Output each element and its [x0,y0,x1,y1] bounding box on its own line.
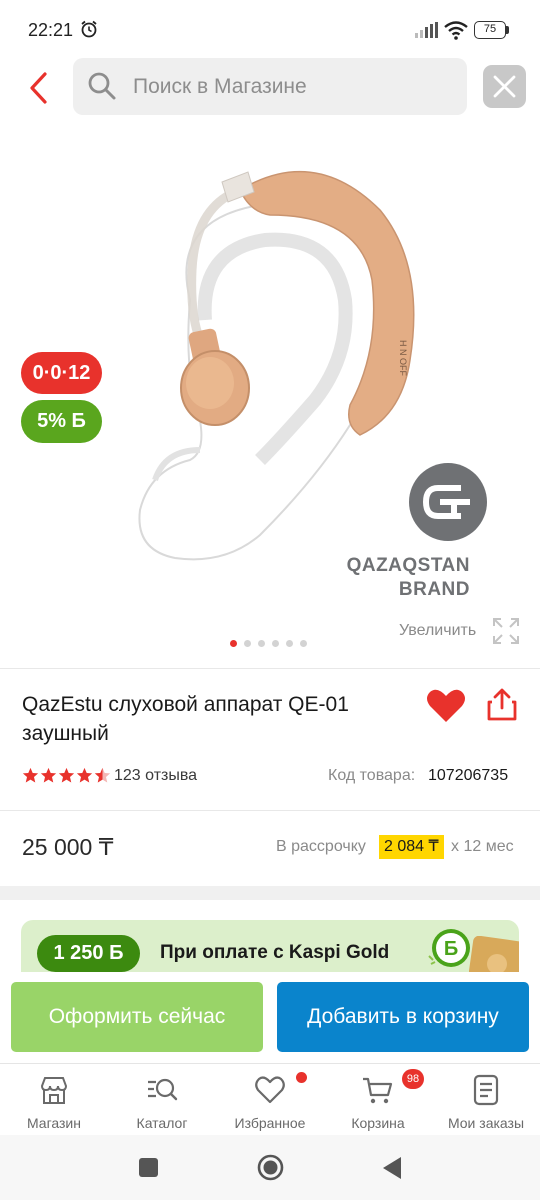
cart-count-badge: 98 [402,1069,424,1089]
svg-text:Б: Б [444,938,458,960]
nav-item-orders[interactable]: Мои заказы [436,1072,536,1136]
brand-logo-icon [409,463,487,541]
share-icon[interactable] [484,686,520,722]
status-time: 22:21 [28,20,74,40]
nav-item-cart[interactable]: 98 Корзина [328,1069,428,1136]
favorites-notification-dot [296,1072,307,1083]
pagination-dot[interactable] [272,640,279,647]
divider [0,810,540,811]
shop-icon [40,1077,68,1104]
svg-text:H N OFF: H N OFF [398,340,408,376]
back-arrow-icon[interactable] [22,68,58,108]
catalog-icon [148,1078,178,1101]
product-price: 25 000 ₸ [22,834,114,860]
cart-icon [363,1077,393,1104]
product-code-label: Код товара: [328,767,416,784]
nav-label: Избранное [234,1115,306,1131]
search-placeholder: Поиск в Магазине [133,75,307,98]
wifi-icon [444,21,468,40]
installment-label: В рассрочку [276,838,366,855]
promo-bonus-badge: 1 250 Б [37,935,140,972]
search-icon [88,72,116,100]
installment-amount: 2 084 ₸ [379,835,444,859]
nav-item-favorites[interactable]: Избранное [220,1072,320,1136]
recent-apps-icon[interactable] [139,1158,158,1177]
battery-icon: 75 [474,21,510,39]
nav-label: Магазин [26,1115,81,1131]
brand-name: QAZAQSTAN BRAND [346,555,470,600]
zoom-label[interactable]: Увеличить [399,622,476,640]
bonus-badge: 5% Б [21,400,102,443]
bottom-navigation: Магазин Каталог Избранное 98 Корзина Мои… [0,1063,540,1135]
system-navigation-bar [0,1135,540,1200]
favorite-heart-icon[interactable] [426,688,466,724]
home-icon[interactable] [257,1154,284,1181]
signal-icon [415,22,438,38]
star-icon [40,767,57,783]
pagination-dot[interactable] [230,640,237,647]
half-star-icon [94,767,111,783]
expand-icon[interactable] [492,617,520,645]
bonus-coin-icon: Б [428,929,470,967]
buy-now-button[interactable]: Оформить сейчас [11,982,263,1052]
section-separator [0,886,540,900]
nav-label: Корзина [351,1115,405,1131]
divider [0,668,540,669]
promo-text: При оплате с Kaspi Gold [160,942,390,963]
star-icon [58,767,75,783]
add-to-cart-button[interactable]: Добавить в корзину [277,982,529,1052]
nav-label: Каталог [136,1115,188,1131]
pagination-dot[interactable] [300,640,307,647]
kaspi-gold-promo[interactable]: 1 250 Б При оплате с Kaspi Gold Б [21,920,519,972]
orders-icon [473,1074,499,1106]
pagination-dot[interactable] [258,640,265,647]
favorites-icon [255,1076,285,1104]
alarm-icon [81,20,97,38]
pagination-dot[interactable] [244,640,251,647]
pagination-dot[interactable] [286,640,293,647]
reviews-link[interactable]: 123 отзыва [114,767,197,785]
star-icon [76,767,93,783]
close-icon [493,75,516,98]
installment-term: х 12 мес [451,838,514,855]
product-title: QazEstu слуховой аппарат QE-01 заушный [22,693,349,745]
battery-level: 75 [474,21,506,39]
timer-badge: 0·0·12 [21,352,102,394]
system-back-icon[interactable] [381,1156,403,1180]
close-button[interactable] [483,65,526,108]
status-bar: 22:21 75 [0,0,540,60]
product-code-value: 107206735 [428,767,509,784]
nav-label: Мои заказы [447,1115,525,1131]
star-icon [22,767,39,783]
gold-card-icon [469,936,519,972]
nav-item-shop[interactable]: Магазин [4,1072,104,1136]
search-input[interactable]: Поиск в Магазине [73,58,467,115]
nav-item-catalog[interactable]: Каталог [112,1072,212,1136]
